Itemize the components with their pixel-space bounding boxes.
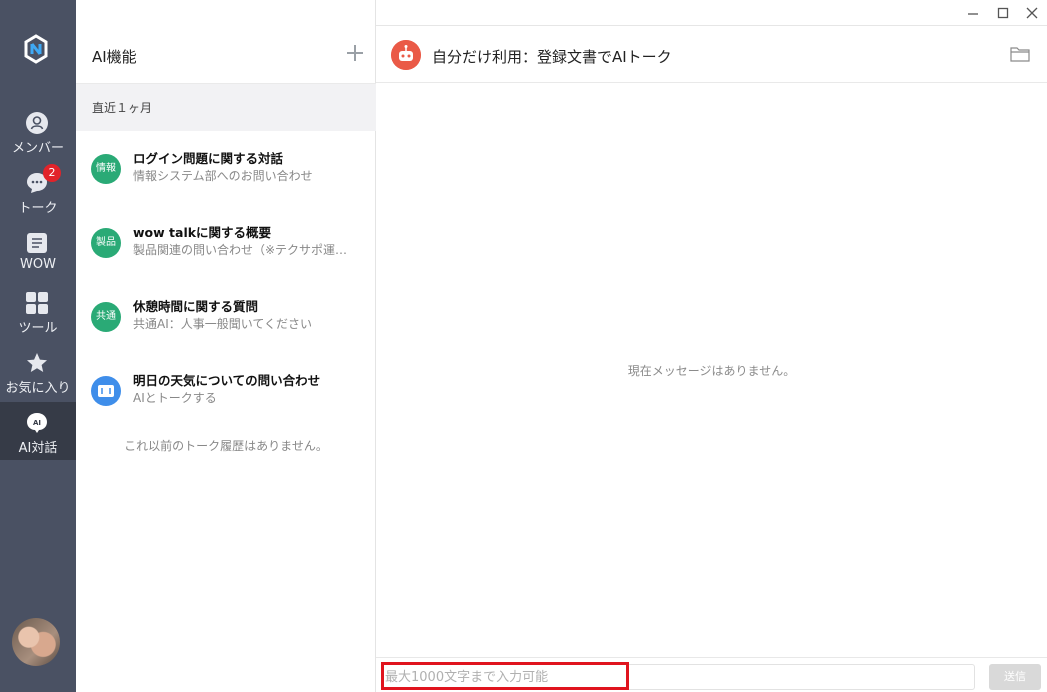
folder-icon[interactable] xyxy=(1010,46,1030,62)
close-icon[interactable] xyxy=(1025,6,1039,20)
grid-icon xyxy=(26,292,48,314)
sidebar-item-label: お気に入り xyxy=(5,381,71,396)
conversation-title: 明日の天気についての問い合わせ xyxy=(133,373,321,388)
conversation-item[interactable]: 製品 wow talkに関する概要 製品関連の問い合わせ（※テクサポ運… xyxy=(76,225,376,292)
minimize-icon[interactable] xyxy=(966,6,980,20)
unread-badge: 2 xyxy=(43,164,61,182)
sidebar-item-label: ツール xyxy=(18,321,58,336)
chat-area: 自分だけ利用：登録文書でAIトーク 現在メッセージはありません。 送信 xyxy=(376,26,1047,692)
conversation-subtitle: AIとトークする xyxy=(133,391,217,405)
sidebar-item-label: トーク xyxy=(18,201,58,216)
sidebar-item-favorites[interactable]: お気に入り xyxy=(0,352,76,408)
star-icon xyxy=(27,353,47,372)
app-logo xyxy=(24,34,48,64)
conversation-subtitle: 製品関連の問い合わせ（※テクサポ運… xyxy=(133,243,348,257)
conversation-subtitle: 情報システム部へのお問い合わせ xyxy=(133,169,313,183)
maximize-icon[interactable] xyxy=(996,6,1010,20)
conversation-item[interactable]: 共通 休憩時間に関する質問 共通AI：人事一般聞いてください xyxy=(76,299,376,366)
message-input[interactable] xyxy=(385,667,969,687)
panel-title: AI機能 xyxy=(92,48,137,66)
empty-message: 現在メッセージはありません。 xyxy=(627,364,796,378)
conversation-title: 休憩時間に関する質問 xyxy=(133,299,259,314)
conversation-title: ログイン問題に関する対話 xyxy=(133,151,284,166)
message-input-box xyxy=(381,664,975,690)
conversation-title: wow talkに関する概要 xyxy=(133,225,272,240)
sidebar-item-ai-chat[interactable]: AI AI対話 xyxy=(0,402,76,460)
conversation-subtitle: 共通AI：人事一般聞いてください xyxy=(133,317,313,331)
no-history-text: これ以前のトーク履歴はありません。 xyxy=(124,439,328,453)
sidebar-item-label: WOW xyxy=(20,257,56,272)
svg-text:AI: AI xyxy=(33,419,41,427)
ai-conversation-list-panel: AI機能 直近１ヶ月 情報 ログイン問題に関する対話 情報システム部へのお問い合… xyxy=(76,0,376,692)
ai-icon: AI xyxy=(27,413,47,433)
robot-icon xyxy=(391,40,421,70)
message-composer: 送信 xyxy=(376,657,1047,692)
sidebar-item-tools[interactable]: ツール xyxy=(0,292,76,348)
sidebar-item-label: AI対話 xyxy=(18,441,58,456)
conversation-badge: 共通 xyxy=(91,302,121,332)
add-conversation-button[interactable] xyxy=(346,44,364,62)
person-icon xyxy=(26,112,48,134)
chat-header: 自分だけ利用：登録文書でAIトーク xyxy=(376,26,1047,83)
send-button[interactable]: 送信 xyxy=(989,664,1041,690)
conversation-badge: 製品 xyxy=(91,228,121,258)
sidebar-item-talk[interactable]: 2 トーク xyxy=(0,164,76,228)
ai-chat-icon xyxy=(98,385,114,397)
section-header: 直近１ヶ月 xyxy=(76,83,376,131)
sidebar-item-label: メンバー xyxy=(11,141,64,156)
left-rail: メンバー 2 トーク WOW ツール お気に入り AI AI対話 xyxy=(0,0,76,692)
conversation-item[interactable]: 明日の天気についての問い合わせ AIとトークする xyxy=(76,373,376,440)
conversation-item[interactable]: 情報 ログイン問題に関する対話 情報システム部へのお問い合わせ xyxy=(76,151,376,218)
section-label: 直近１ヶ月 xyxy=(92,101,153,115)
sidebar-item-members[interactable]: メンバー xyxy=(0,112,76,168)
user-avatar[interactable] xyxy=(12,618,60,666)
list-icon xyxy=(27,233,47,253)
chat-title: 自分だけ利用：登録文書でAIトーク xyxy=(432,48,672,66)
conversation-badge xyxy=(91,376,121,406)
conversation-badge: 情報 xyxy=(91,154,121,184)
sidebar-item-wow[interactable]: WOW xyxy=(0,232,76,288)
